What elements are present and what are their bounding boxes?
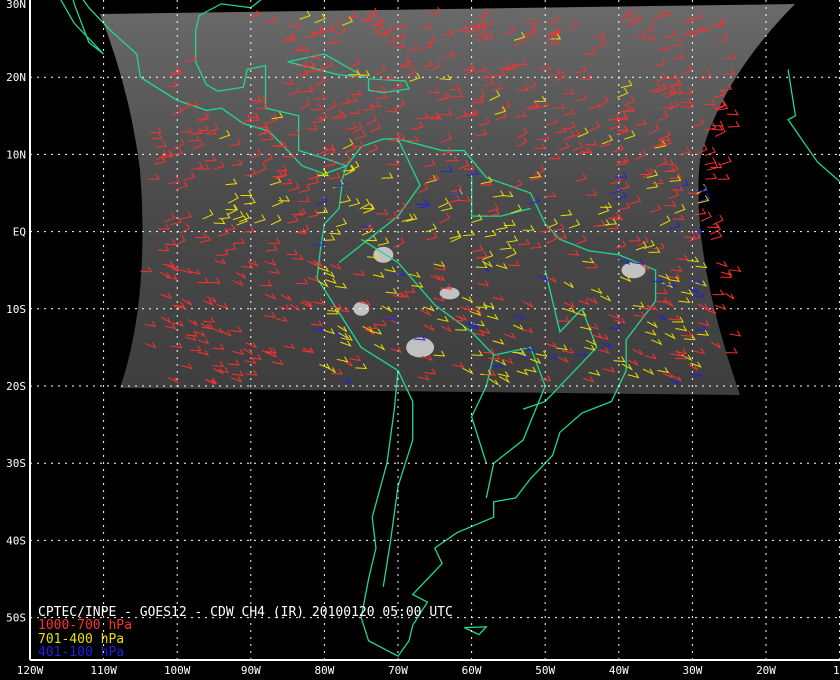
lon-label: 30W [682, 664, 702, 677]
lon-label: 20W [756, 664, 776, 677]
wind-barb [724, 292, 735, 300]
lat-label: EQ [13, 226, 26, 239]
wind-barb [710, 231, 723, 240]
lon-label: 110W [90, 664, 117, 677]
wind-barb [728, 121, 740, 128]
wind-barb [704, 157, 717, 166]
legend-high-level: 401-100 hPa [38, 645, 124, 660]
lat-label: 10N [6, 148, 26, 161]
wind-barb [716, 261, 728, 268]
lat-label: 20S [6, 380, 26, 393]
latitude-labels: 30N 20N 10N EQ 10S 20S 30S 40S 50S [6, 0, 26, 625]
lat-label: 20N [6, 71, 26, 84]
wind-barb [727, 109, 739, 116]
lat-label: 40S [6, 534, 26, 547]
cloud-patch [406, 337, 435, 358]
lat-label: 30N [6, 0, 26, 11]
lon-label: 70W [388, 664, 408, 677]
lon-label: 10 [833, 664, 840, 677]
wind-barb [729, 330, 742, 337]
wind-barb [720, 156, 732, 166]
lon-label: 120W [17, 664, 44, 677]
longitude-labels: 120W 110W 100W 90W 80W 70W 60W 50W 40W 30W 20W 10 [17, 664, 840, 677]
wind-barb [718, 173, 731, 180]
wind-barb [712, 214, 724, 226]
lat-label: 50S [6, 612, 26, 625]
wind-barb [715, 126, 726, 137]
lon-label: 80W [314, 664, 334, 677]
lon-label: 100W [164, 664, 191, 677]
lat-label: 10S [6, 303, 26, 316]
lon-label: 90W [241, 664, 261, 677]
coastline [787, 69, 840, 183]
map-canvas: 120W 110W 100W 90W 80W 70W 60W 50W 40W 30W 20W 10 3… [6, 0, 840, 677]
wind-barb [729, 266, 742, 273]
satellite-wind-map: 120W 110W 100W 90W 80W 70W 60W 50W 40W 30W 20W 10 3… [0, 0, 840, 680]
wind-barb [705, 173, 718, 180]
lon-label: 60W [462, 664, 482, 677]
lon-label: 50W [535, 664, 555, 677]
wind-barb [725, 347, 738, 354]
coastline [60, 0, 105, 55]
lat-label: 30S [6, 457, 26, 470]
legend-low-level: 1000-700 hPa [38, 618, 132, 633]
lon-label: 40W [609, 664, 629, 677]
wind-barb [712, 289, 725, 296]
coastline [463, 626, 488, 636]
wind-barb [700, 211, 712, 222]
